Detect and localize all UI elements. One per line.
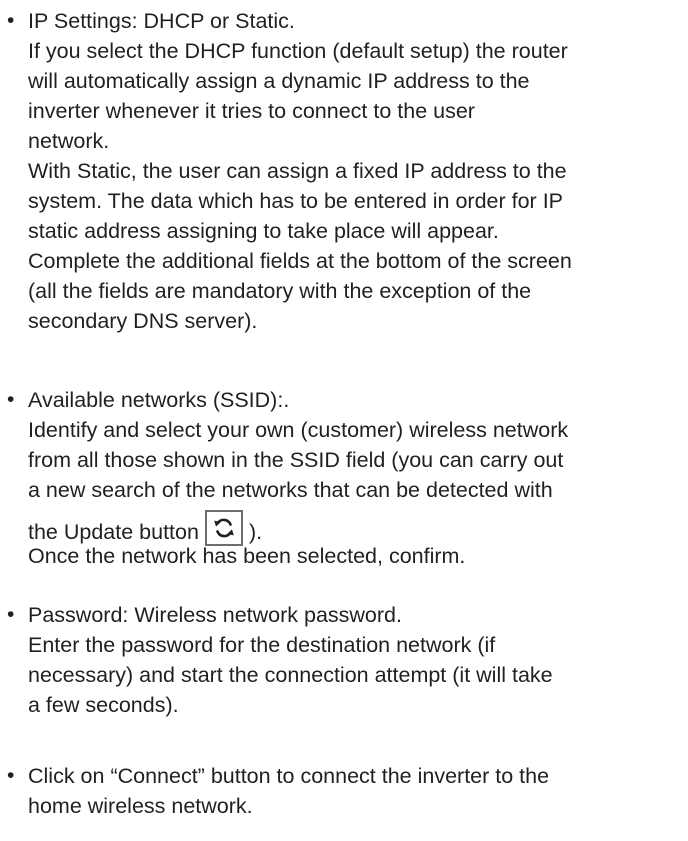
text-line: from all those shown in the SSID field (… — [28, 448, 564, 472]
available-networks-heading: Available networks (SSID):. — [28, 388, 290, 412]
text-line: Complete the additional fields at the bo… — [28, 249, 572, 273]
text-line: If you select the DHCP function (default… — [28, 39, 568, 63]
text-line: system. The data which has to be entered… — [28, 189, 564, 213]
bullet: • — [7, 603, 15, 626]
text-line: Enter the password for the destination n… — [28, 633, 496, 657]
document-page: • IP Settings: DHCP or Static. If you se… — [0, 0, 688, 841]
text-line: a few seconds). — [28, 693, 179, 717]
text-line: home wireless network. — [28, 794, 253, 818]
text-line: secondary DNS server). — [28, 309, 258, 333]
text-line: a new search of the networks that can be… — [28, 478, 553, 502]
bullet: • — [7, 9, 15, 32]
text-line: static address assigning to take place w… — [28, 219, 499, 243]
text-line: network. — [28, 129, 110, 153]
password-heading: Password: Wireless network password. — [28, 603, 402, 627]
text-line: inverter whenever it tries to connect to… — [28, 99, 475, 123]
text-line: With Static, the user can assign a fixed… — [28, 159, 567, 183]
text-line: (all the fields are mandatory with the e… — [28, 279, 532, 303]
connect-heading: Click on “Connect” button to connect the… — [28, 764, 550, 788]
text-line: Once the network has been selected, conf… — [28, 544, 466, 568]
bullet: • — [7, 764, 15, 787]
refresh-icon — [214, 518, 234, 538]
text-line: Identify and select your own (customer) … — [28, 418, 569, 442]
bullet: • — [7, 388, 15, 411]
text-line: will automatically assign a dynamic IP a… — [28, 69, 530, 93]
text-line: necessary) and start the connection atte… — [28, 663, 553, 687]
ip-settings-heading: IP Settings: DHCP or Static. — [28, 9, 295, 33]
